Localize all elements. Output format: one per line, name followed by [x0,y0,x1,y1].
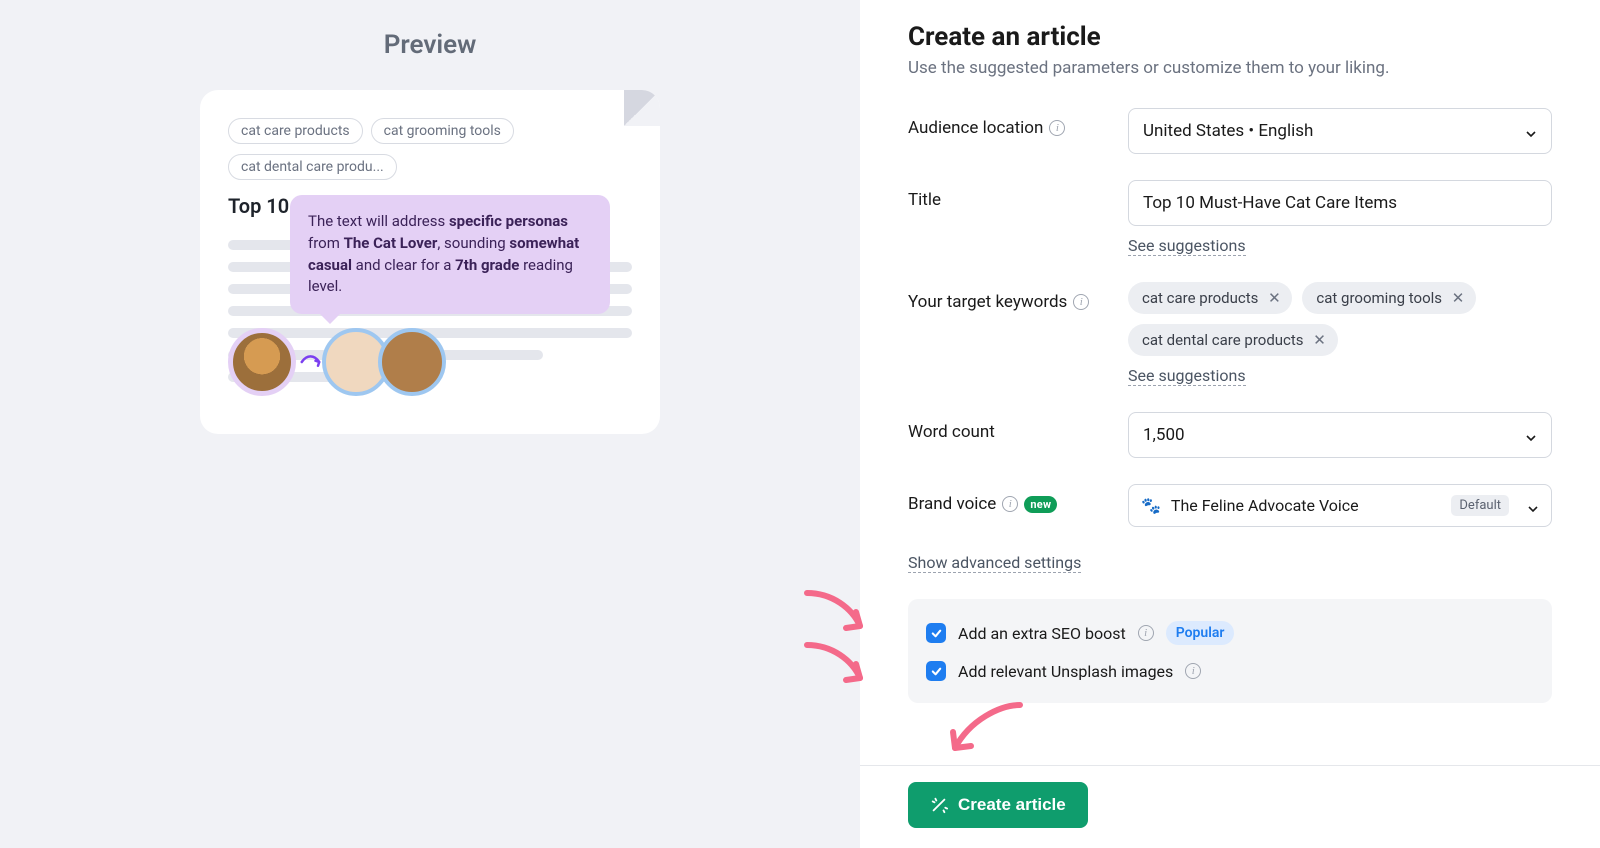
form-panel: Create an article Use the suggested para… [860,0,1600,848]
row-keywords: Your target keywords i cat care products… [908,282,1552,386]
annotation-arrow [940,700,1030,760]
label-text: Audience location [908,118,1043,138]
info-icon[interactable]: i [1185,663,1201,679]
remove-tag-icon[interactable]: ✕ [1312,332,1328,348]
tooltip-text: and clear for a [352,256,455,274]
chevron-down-icon [1525,429,1537,441]
seo-boost-checkbox[interactable] [926,623,946,643]
label-brandvoice: Brand voice i new [908,484,1128,514]
audience-select[interactable]: United States • English [1128,108,1552,154]
seo-boost-label: Add an extra SEO boost [958,624,1126,643]
row-title: Title Top 10 Must-Have Cat Care Items Se… [908,180,1552,256]
keyword-tag-container[interactable]: cat care products ✕ cat grooming tools ✕… [1128,282,1552,356]
seo-boost-row: Add an extra SEO boost i Popular [926,613,1534,653]
label-wordcount: Word count [908,412,1128,442]
tooltip-text: from [308,234,344,252]
advanced-settings-link[interactable]: Show advanced settings [908,553,1081,573]
unsplash-label: Add relevant Unsplash images [958,662,1173,681]
keywords-suggestions-link[interactable]: See suggestions [1128,366,1246,386]
label-text: Brand voice [908,494,996,514]
paw-icon: 🐾 [1141,496,1161,515]
tag-text: cat care products [1142,289,1258,307]
label-title: Title [908,180,1128,210]
tooltip-bold: The Cat Lover [344,234,438,252]
info-icon[interactable]: i [1138,625,1154,641]
select-value: United States • English [1143,121,1313,141]
new-badge: new [1024,496,1057,513]
chevron-down-icon [1527,500,1539,512]
row-brandvoice: Brand voice i new 🐾 The Feline Advocate … [908,484,1552,527]
popular-badge: Popular [1166,621,1235,645]
keyword-tag: cat grooming tools ✕ [1302,282,1476,314]
info-icon[interactable]: i [1073,294,1089,310]
unsplash-checkbox[interactable] [926,661,946,681]
preview-card: cat care products cat grooming tools cat… [200,90,660,434]
boost-options-box: Add an extra SEO boost i Popular Add rel… [908,599,1552,703]
avatar-person [378,328,446,396]
button-label: Create article [958,795,1066,815]
tooltip-bold: specific personas [449,212,568,230]
label-keywords: Your target keywords i [908,282,1128,312]
preview-keyword-row: cat dental care produ... [228,154,632,180]
tooltip-text: , sounding [437,234,509,252]
preview-heading: Preview [0,30,860,60]
footer-bar: Create article [860,765,1600,828]
row-audience: Audience location i United States • Engl… [908,108,1552,154]
preview-keyword-pill: cat dental care produ... [228,154,397,180]
tooltip-bold: 7th grade [455,256,519,274]
avatar-cat [228,328,296,396]
preview-keyword-pill: cat care products [228,118,363,144]
remove-tag-icon[interactable]: ✕ [1450,290,1466,306]
title-suggestions-link[interactable]: See suggestions [1128,236,1246,256]
label-text: Title [908,190,941,210]
select-value: The Feline Advocate Voice [1171,496,1359,515]
info-icon[interactable]: i [1002,496,1018,512]
info-icon[interactable]: i [1049,120,1065,136]
input-value: Top 10 Must-Have Cat Care Items [1143,193,1397,213]
create-article-button[interactable]: Create article [908,782,1088,828]
persona-tooltip: The text will address specific personas … [290,195,610,314]
page-title: Create an article [908,22,1552,52]
unsplash-row: Add relevant Unsplash images i [926,653,1534,689]
remove-tag-icon[interactable]: ✕ [1266,290,1282,306]
preview-keyword-pill: cat grooming tools [371,118,514,144]
tooltip-text: The text will address [308,212,449,230]
magic-wand-icon [930,796,948,814]
tag-text: cat dental care products [1142,331,1304,349]
page-subtitle: Use the suggested parameters or customiz… [908,58,1552,78]
chevron-down-icon [1525,125,1537,137]
tag-text: cat grooming tools [1316,289,1442,307]
brandvoice-select[interactable]: 🐾 The Feline Advocate Voice Default [1128,484,1552,527]
label-audience: Audience location i [908,108,1128,138]
keyword-tag: cat care products ✕ [1128,282,1292,314]
row-wordcount: Word count 1,500 [908,412,1552,458]
title-input[interactable]: Top 10 Must-Have Cat Care Items [1128,180,1552,226]
persona-avatars [228,328,446,396]
select-value: 1,500 [1143,425,1185,445]
keyword-tag: cat dental care products ✕ [1128,324,1338,356]
preview-panel: Preview cat care products cat grooming t… [0,0,860,848]
label-text: Word count [908,422,995,442]
label-text: Your target keywords [908,292,1067,312]
default-chip: Default [1451,495,1509,516]
wordcount-select[interactable]: 1,500 [1128,412,1552,458]
preview-keyword-row: cat care products cat grooming tools [228,118,632,144]
